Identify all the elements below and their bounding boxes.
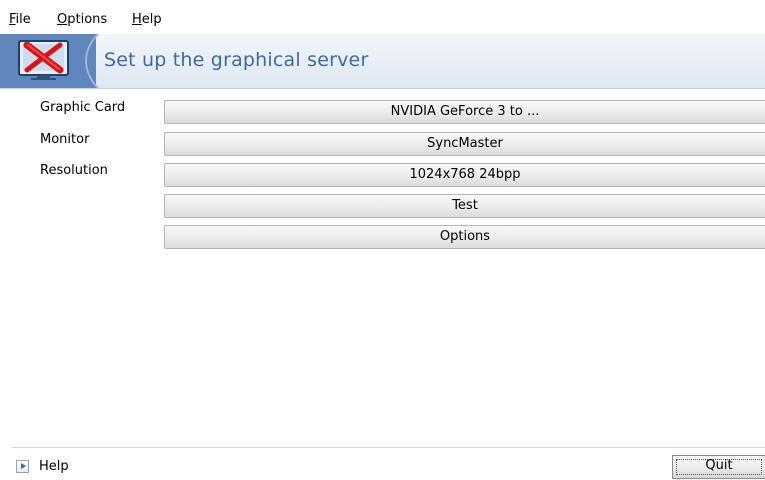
menu-file-rest: ile (15, 12, 31, 27)
menubar: File Options Help (0, 0, 765, 33)
footer-separator (12, 447, 765, 448)
menu-options-mnemonic: O (57, 12, 68, 27)
quit-label: Quit (705, 458, 733, 473)
menu-options[interactable]: Options (57, 12, 107, 27)
options-button[interactable]: Options (164, 225, 765, 249)
graphic-card-label: Graphic Card (40, 100, 126, 115)
resolution-label: Resolution (40, 163, 108, 178)
help-label: Help (39, 459, 69, 474)
page-title: Set up the graphical server (104, 49, 369, 71)
menu-help[interactable]: Help (132, 12, 162, 27)
quit-button[interactable]: Quit (672, 455, 765, 479)
menu-help-rest: elp (141, 12, 162, 27)
monitor-button[interactable]: SyncMaster (164, 132, 765, 156)
test-button[interactable]: Test (164, 194, 765, 218)
header-banner: Set up the graphical server (0, 34, 765, 89)
graphic-card-button[interactable]: NVIDIA GeForce 3 to ... (164, 100, 765, 124)
menu-file[interactable]: File (9, 12, 31, 27)
menu-help-mnemonic: H (132, 12, 142, 27)
resolution-button[interactable]: 1024x768 24bpp (164, 163, 765, 187)
xfdrake-x-monitor-icon (18, 40, 69, 80)
expander-arrow-icon (16, 460, 29, 473)
menu-options-rest: ptions (67, 12, 108, 27)
monitor-label: Monitor (40, 132, 90, 147)
